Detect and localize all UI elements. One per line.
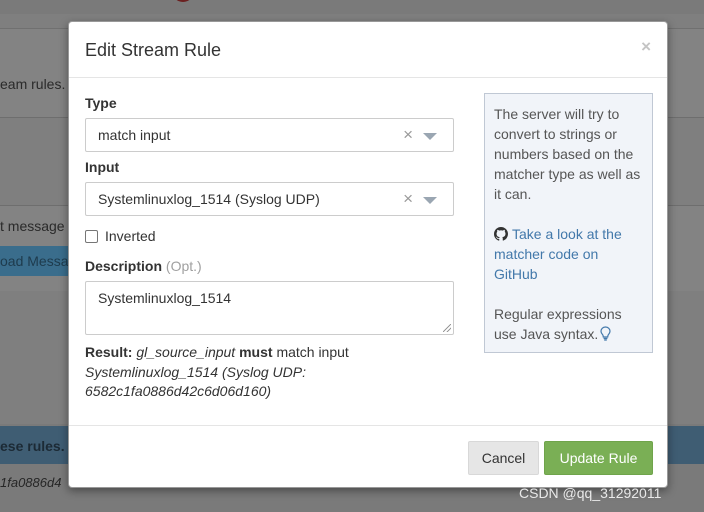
resize-handle-icon[interactable] bbox=[443, 324, 451, 332]
chevron-down-icon[interactable] bbox=[423, 133, 437, 140]
background-text-rules: eam rules. bbox=[0, 76, 66, 92]
description-optional: (Opt.) bbox=[165, 258, 202, 274]
close-button[interactable]: × bbox=[641, 37, 651, 57]
clear-icon[interactable]: × bbox=[403, 189, 413, 209]
matcher-help-box: The server will try to convert to string… bbox=[484, 93, 653, 353]
inverted-label: Inverted bbox=[105, 228, 156, 244]
type-select-value: match input bbox=[98, 127, 171, 143]
input-label: Input bbox=[85, 159, 120, 175]
modal-header: Edit Stream Rule × bbox=[69, 22, 667, 78]
chevron-down-icon[interactable] bbox=[423, 197, 437, 204]
result-text: Result: gl_source_input must match input… bbox=[85, 343, 455, 402]
input-select-value: Systemlinuxlog_1514 (Syslog UDP) bbox=[98, 191, 320, 207]
result-field: gl_source_input bbox=[136, 344, 236, 360]
result-prefix: Result: bbox=[85, 344, 133, 360]
description-label: Description (Opt.) bbox=[85, 258, 202, 274]
result-rule: match input bbox=[276, 344, 349, 360]
github-matcher-link[interactable]: Take a look at the matcher code on GitHu… bbox=[494, 226, 622, 282]
inverted-checkbox[interactable] bbox=[85, 229, 98, 243]
background-row-text: 1fa0886d4 bbox=[0, 475, 62, 490]
background-header-text: ese rules. bbox=[0, 438, 65, 454]
description-textarea[interactable]: Systemlinuxlog_1514 bbox=[85, 281, 454, 335]
edit-stream-rule-modal: Edit Stream Rule × Type match input × In… bbox=[68, 21, 668, 488]
modal-body: Type match input × Input Systemlinuxlog_… bbox=[69, 78, 667, 426]
update-rule-button[interactable]: Update Rule bbox=[544, 441, 653, 475]
inverted-row[interactable]: Inverted bbox=[85, 228, 156, 244]
type-label: Type bbox=[85, 95, 117, 111]
background-load-button: oad Messa bbox=[0, 246, 70, 276]
modal-footer: Cancel Update Rule bbox=[69, 425, 667, 488]
watermark: CSDN @qq_31292011 bbox=[519, 485, 662, 501]
input-select[interactable]: Systemlinuxlog_1514 (Syslog UDP) × bbox=[85, 182, 454, 216]
clear-icon[interactable]: × bbox=[403, 125, 413, 145]
lightbulb-icon[interactable] bbox=[600, 326, 611, 341]
modal-title: Edit Stream Rule bbox=[85, 40, 222, 60]
help-text: The server will try to convert to string… bbox=[494, 106, 641, 202]
github-icon bbox=[494, 227, 508, 241]
regex-note: Regular expressions use Java syntax. bbox=[494, 304, 643, 344]
type-select[interactable]: match input × bbox=[85, 118, 454, 152]
description-label-text: Description bbox=[85, 258, 163, 274]
description-value: Systemlinuxlog_1514 bbox=[98, 290, 232, 306]
background-text-message: t message bbox=[0, 218, 65, 234]
result-must: must bbox=[239, 344, 273, 360]
result-target: Systemlinuxlog_1514 (Syslog UDP: 6582c1f… bbox=[85, 363, 306, 400]
background-top-bar bbox=[0, 0, 704, 14]
help-link-row[interactable]: Take a look at the matcher code on GitHu… bbox=[494, 224, 643, 284]
cancel-button[interactable]: Cancel bbox=[468, 441, 539, 475]
